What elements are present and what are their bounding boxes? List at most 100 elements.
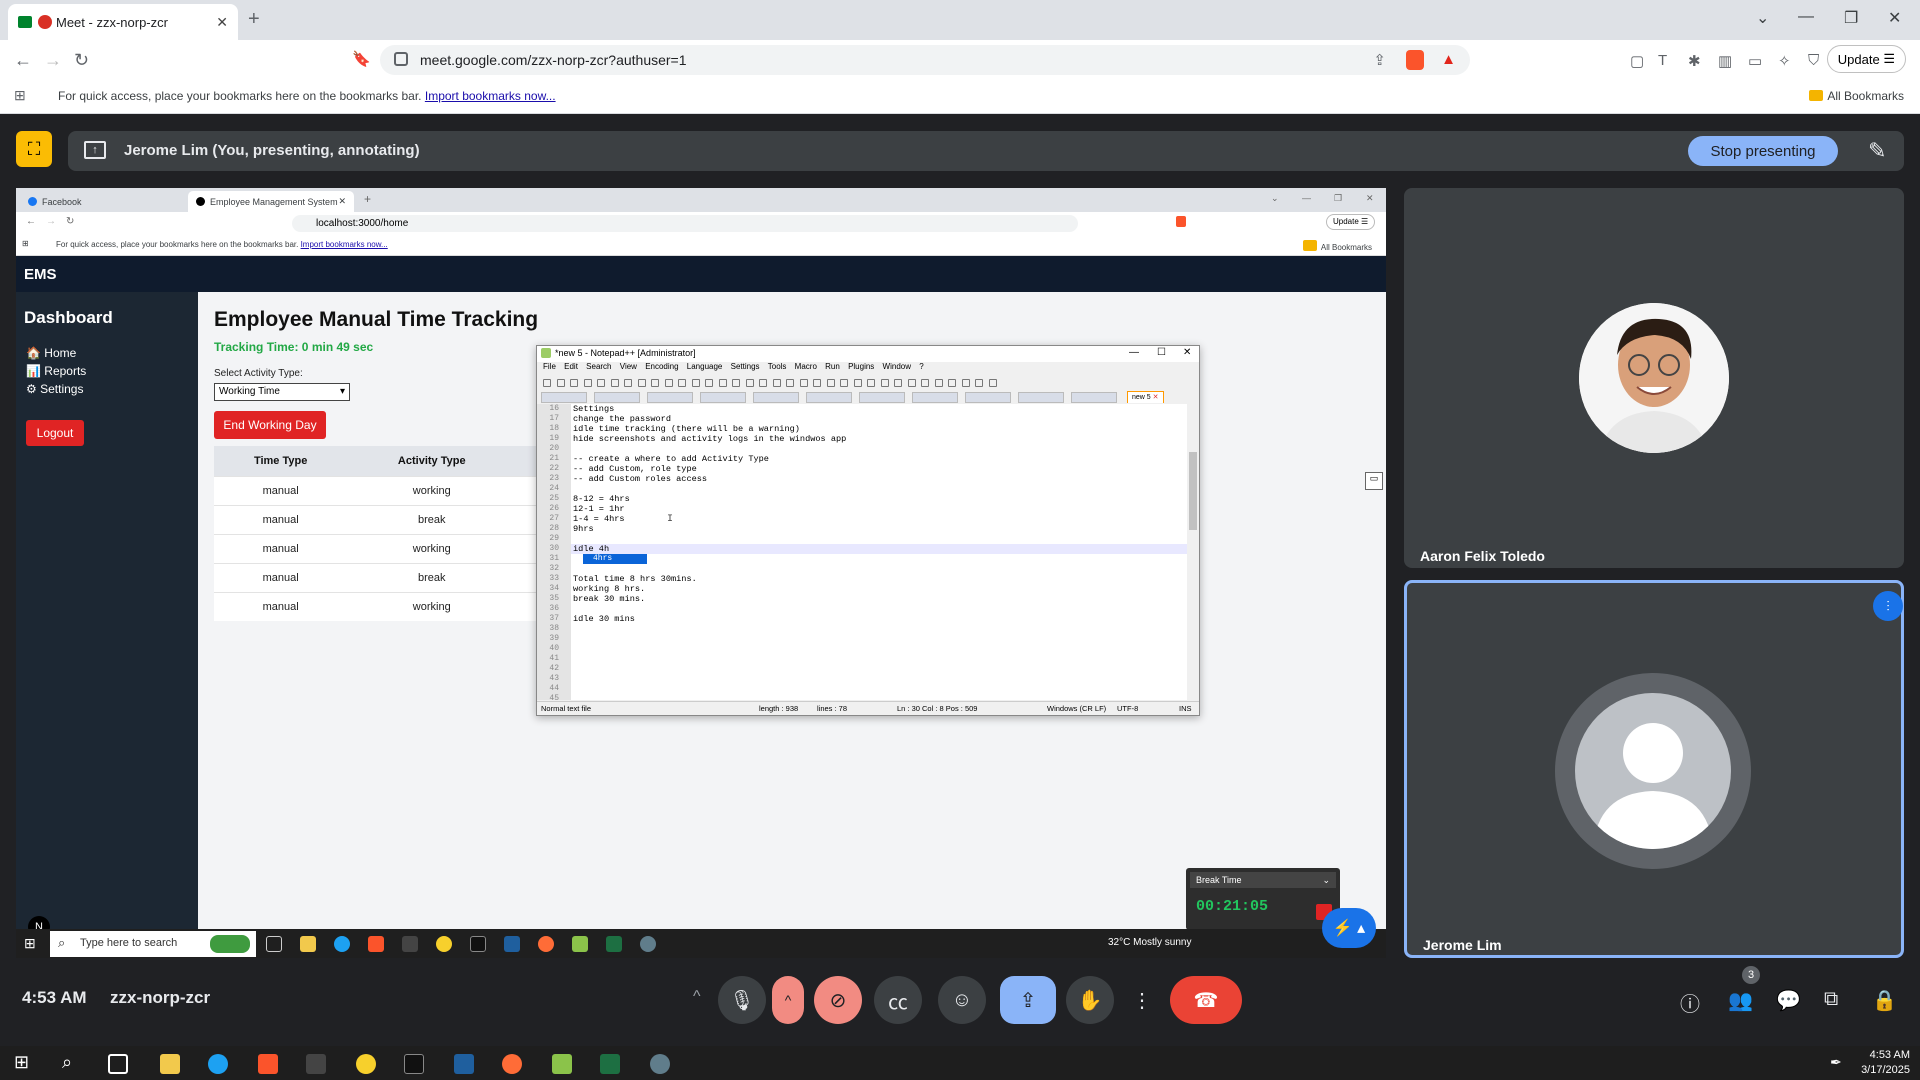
ems-navbar: EMS bbox=[16, 256, 1386, 292]
brave-shields-icon[interactable] bbox=[1406, 50, 1424, 70]
stop-presenting-button[interactable]: Stop presenting bbox=[1688, 136, 1838, 166]
participant-tile[interactable]: Aaron Felix Toledo bbox=[1404, 188, 1904, 568]
participant-tile-active[interactable]: ⫶ Jerome Lim bbox=[1404, 580, 1904, 958]
meeting-time: 4:53 AM bbox=[22, 988, 87, 1007]
edge-icon[interactable] bbox=[208, 1054, 228, 1074]
new-tab-icon[interactable]: + bbox=[248, 8, 260, 31]
reload-icon: ↻ bbox=[66, 216, 75, 227]
file-explorer-icon[interactable] bbox=[160, 1054, 180, 1074]
wallet-icon[interactable]: ▭ bbox=[1748, 52, 1762, 70]
back-icon[interactable]: ← bbox=[14, 50, 32, 71]
brave-rewards-icon[interactable]: ▲ bbox=[1441, 51, 1456, 68]
text-cursor-icon: I bbox=[667, 514, 674, 525]
pen-icon[interactable]: ✒ bbox=[1830, 1054, 1842, 1071]
toolbar-icon bbox=[732, 379, 740, 387]
line-number: 23 bbox=[549, 474, 559, 483]
address-bar[interactable]: meet.google.com/zzx-norp-zcr?authuser=1 … bbox=[380, 45, 1470, 75]
notepad-icon[interactable] bbox=[552, 1054, 572, 1074]
all-bookmarks[interactable]: All Bookmarks bbox=[1809, 89, 1904, 103]
microphone-button[interactable]: 🎙 bbox=[718, 976, 766, 1024]
app-icon[interactable] bbox=[454, 1054, 474, 1074]
line-number: 41 bbox=[549, 654, 559, 663]
bookmark-icon[interactable]: 🔖 bbox=[352, 50, 371, 68]
code-line: -- create a where to add Activity Type bbox=[573, 454, 769, 464]
toolbar-icon bbox=[840, 379, 848, 387]
reload-icon[interactable]: ↻ bbox=[74, 50, 89, 71]
site-info-icon[interactable] bbox=[394, 52, 408, 66]
chat-icon[interactable]: 💬 bbox=[1776, 988, 1801, 1013]
present-now-button[interactable]: ⇪ bbox=[1000, 976, 1056, 1024]
raise-hand-button[interactable]: ✋ bbox=[1066, 976, 1114, 1024]
share-icon[interactable]: ⇪ bbox=[1373, 51, 1386, 69]
vpn-icon[interactable]: ⛉ bbox=[1808, 52, 1819, 69]
annotation-tool-button[interactable]: ⚡ ▴ bbox=[1322, 908, 1376, 948]
update-button[interactable]: Update ☰ bbox=[1826, 45, 1906, 73]
shared-tab-facebook: Facebook bbox=[20, 191, 180, 212]
more-options-icon[interactable]: ⋮ bbox=[1122, 976, 1162, 1024]
speaking-indicator-icon: ⫶ bbox=[1873, 591, 1903, 621]
people-icon[interactable]: 👥 bbox=[1728, 988, 1753, 1013]
close-tab-icon[interactable]: ✕ bbox=[216, 14, 228, 31]
forward-icon[interactable]: → bbox=[44, 50, 62, 71]
activities-icon[interactable]: ⧉ bbox=[1824, 988, 1838, 1011]
code-line: 9hrs bbox=[573, 524, 594, 534]
tab-search-chevron-icon[interactable]: ⌄ bbox=[1756, 8, 1769, 28]
text-extension-icon[interactable]: T bbox=[1658, 52, 1667, 69]
system-clock[interactable]: 4:53 AM 3/17/2025 bbox=[1861, 1048, 1910, 1078]
camera-off-button[interactable]: ⊘ bbox=[814, 976, 862, 1024]
terminal-icon[interactable] bbox=[306, 1054, 326, 1074]
task-view-icon bbox=[266, 936, 282, 952]
close-tab-icon: ✕ bbox=[1152, 394, 1159, 401]
line-number: 18 bbox=[549, 424, 559, 433]
folder-icon bbox=[1809, 90, 1824, 101]
line-number: 27 bbox=[549, 514, 559, 523]
line-number: 31 bbox=[549, 554, 559, 563]
extension-icon[interactable]: ▢ bbox=[1630, 52, 1644, 70]
minimize-icon: — bbox=[1302, 193, 1311, 203]
task-view-icon[interactable] bbox=[108, 1054, 128, 1074]
toolbar-icon bbox=[759, 379, 767, 387]
maximize-icon: ☐ bbox=[1157, 347, 1166, 358]
close-window-icon[interactable]: ✕ bbox=[1888, 8, 1901, 28]
bookmark-hint: For quick access, place your bookmarks h… bbox=[58, 89, 422, 103]
recording-dot-icon bbox=[38, 15, 52, 29]
line-number: 20 bbox=[549, 444, 559, 453]
doc-length: length : 938 bbox=[759, 704, 799, 713]
camera-options-chevron-icon[interactable]: ^ bbox=[772, 976, 804, 1024]
apps-grid-icon[interactable]: ⊞ bbox=[14, 87, 26, 104]
notepad-title: *new 5 - Notepad++ [Administrator] bbox=[555, 348, 696, 358]
edge-icon bbox=[334, 936, 350, 952]
mic-options-chevron-icon[interactable]: ^ bbox=[693, 988, 701, 1006]
app-icon[interactable] bbox=[356, 1054, 376, 1074]
minimize-icon[interactable]: — bbox=[1798, 8, 1814, 26]
line-number: 29 bbox=[549, 534, 559, 543]
captions-button[interactable]: ㏄ bbox=[874, 976, 922, 1024]
puzzle-icon[interactable]: ✱ bbox=[1688, 52, 1701, 70]
host-controls-lock-icon[interactable]: 🔒 bbox=[1872, 988, 1897, 1013]
eol-format: Windows (CR LF) bbox=[1047, 704, 1107, 713]
meeting-info-icon[interactable]: ⓘ bbox=[1680, 988, 1700, 1017]
line-gutter: 16 17 18 19 20 21 22 23 24 25 26 27 28 29 30 31 32 33 34 35… bbox=[537, 404, 571, 703]
leo-icon[interactable]: ✧ bbox=[1778, 52, 1791, 70]
settings-icon[interactable] bbox=[650, 1054, 670, 1074]
postman-icon[interactable] bbox=[502, 1054, 522, 1074]
search-icon[interactable]: ⌕ bbox=[62, 1052, 72, 1073]
line-number: 17 bbox=[549, 414, 559, 423]
leave-call-button[interactable]: ☎ bbox=[1170, 976, 1242, 1024]
app-icon[interactable] bbox=[404, 1054, 424, 1074]
restore-icon[interactable]: ❐ bbox=[1844, 8, 1858, 28]
browser-tab-meet[interactable]: Meet - zzx-norp-zcr ✕ bbox=[8, 4, 238, 40]
brave-icon[interactable] bbox=[258, 1054, 278, 1074]
menu-icon: ☰ bbox=[1883, 51, 1895, 66]
url-text: meet.google.com/zzx-norp-zcr?authuser=1 bbox=[420, 52, 687, 68]
sidebar-icon[interactable]: ▥ bbox=[1718, 52, 1732, 70]
import-bookmarks-link[interactable]: Import bookmarks now... bbox=[425, 89, 556, 103]
windows-start-icon[interactable]: ⊞ bbox=[14, 1052, 29, 1073]
stop-sharing-indicator-icon[interactable]: ⛶ bbox=[16, 131, 52, 167]
menu-item: View bbox=[619, 362, 637, 371]
shared-tab-bar: Facebook Employee Management System ✕ + … bbox=[16, 188, 1386, 212]
excel-icon[interactable] bbox=[600, 1054, 620, 1074]
annotate-pen-icon[interactable]: ✎ bbox=[1868, 138, 1886, 164]
emoji-reactions-button[interactable]: ☺ bbox=[938, 976, 986, 1024]
minimize-icon: — bbox=[1129, 347, 1139, 358]
